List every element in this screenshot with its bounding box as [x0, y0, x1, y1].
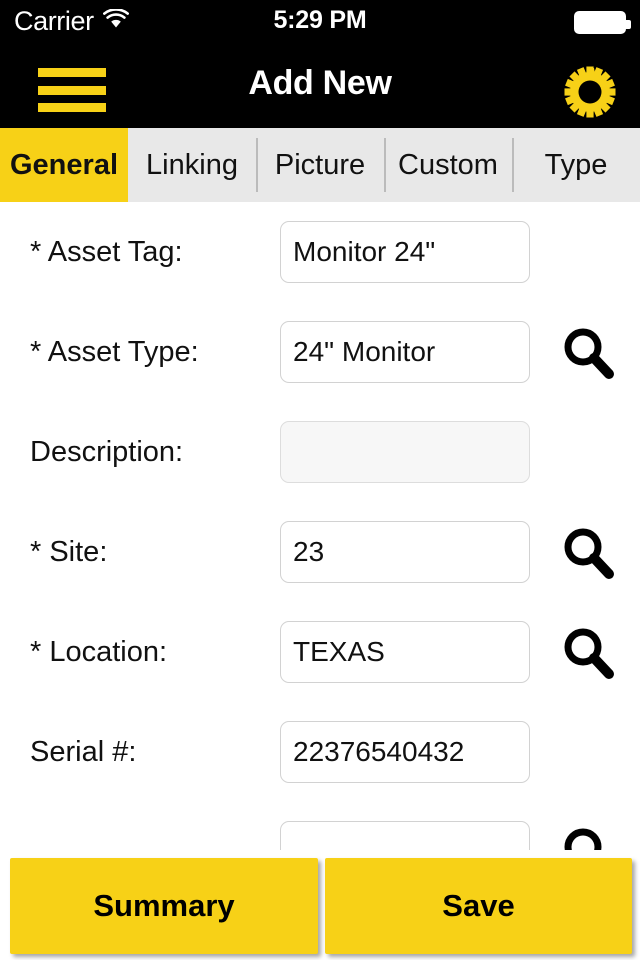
- summary-button[interactable]: Summary: [10, 858, 318, 954]
- nav-bar: Add New: [0, 44, 640, 128]
- form-row-description: Description:: [0, 402, 640, 502]
- form-row-asset-type: * Asset Type: 24" Monitor: [0, 302, 640, 402]
- tab-picture-label: Picture: [274, 148, 366, 181]
- clock-label: 5:29 PM: [273, 6, 367, 34]
- tab-custom[interactable]: Custom: [384, 128, 512, 202]
- asset-type-search-icon[interactable]: [560, 324, 616, 380]
- tab-general[interactable]: General: [0, 128, 128, 202]
- site-label: * Site:: [30, 535, 108, 568]
- app-screen: Carrier 5:29 PM Add New General Linking …: [0, 0, 640, 960]
- site-input[interactable]: 23: [280, 521, 530, 583]
- tab-type[interactable]: Type: [512, 128, 640, 202]
- gear-icon[interactable]: [564, 66, 616, 118]
- tab-general-label: General: [10, 148, 118, 181]
- tab-bar: General Linking Picture Custom Type: [0, 128, 640, 202]
- asset-type-label: * Asset Type:: [30, 335, 199, 368]
- footer-toolbar: Summary Save: [0, 850, 640, 960]
- location-input[interactable]: TEXAS: [280, 621, 530, 683]
- status-bar: Carrier 5:29 PM: [0, 0, 640, 44]
- tab-picture[interactable]: Picture: [256, 128, 384, 202]
- description-input[interactable]: [280, 421, 530, 483]
- form-row-location: * Location: TEXAS: [0, 602, 640, 702]
- form-general[interactable]: * Asset Tag: Monitor 24" * Asset Type: 2…: [0, 202, 640, 862]
- form-row-site: * Site: 23: [0, 502, 640, 602]
- serial-input[interactable]: 22376540432: [280, 721, 530, 783]
- asset-tag-input[interactable]: Monitor 24": [280, 221, 530, 283]
- form-row-serial: Serial #: 22376540432: [0, 702, 640, 802]
- tab-linking-label: Linking: [146, 148, 238, 181]
- description-label: Description:: [30, 435, 184, 468]
- site-search-icon[interactable]: [560, 524, 616, 580]
- serial-label: Serial #:: [30, 735, 137, 768]
- tab-type-label: Type: [544, 148, 608, 181]
- form-row-asset-tag: * Asset Tag: Monitor 24": [0, 202, 640, 302]
- asset-tag-label: * Asset Tag:: [30, 235, 183, 268]
- tab-linking[interactable]: Linking: [128, 128, 256, 202]
- save-button[interactable]: Save: [325, 858, 632, 954]
- location-search-icon[interactable]: [560, 624, 616, 680]
- page-title: Add New: [248, 64, 392, 102]
- location-label: * Location:: [30, 635, 168, 668]
- battery-full-icon: [574, 11, 631, 34]
- asset-type-input[interactable]: 24" Monitor: [280, 321, 530, 383]
- tab-custom-label: Custom: [398, 148, 498, 181]
